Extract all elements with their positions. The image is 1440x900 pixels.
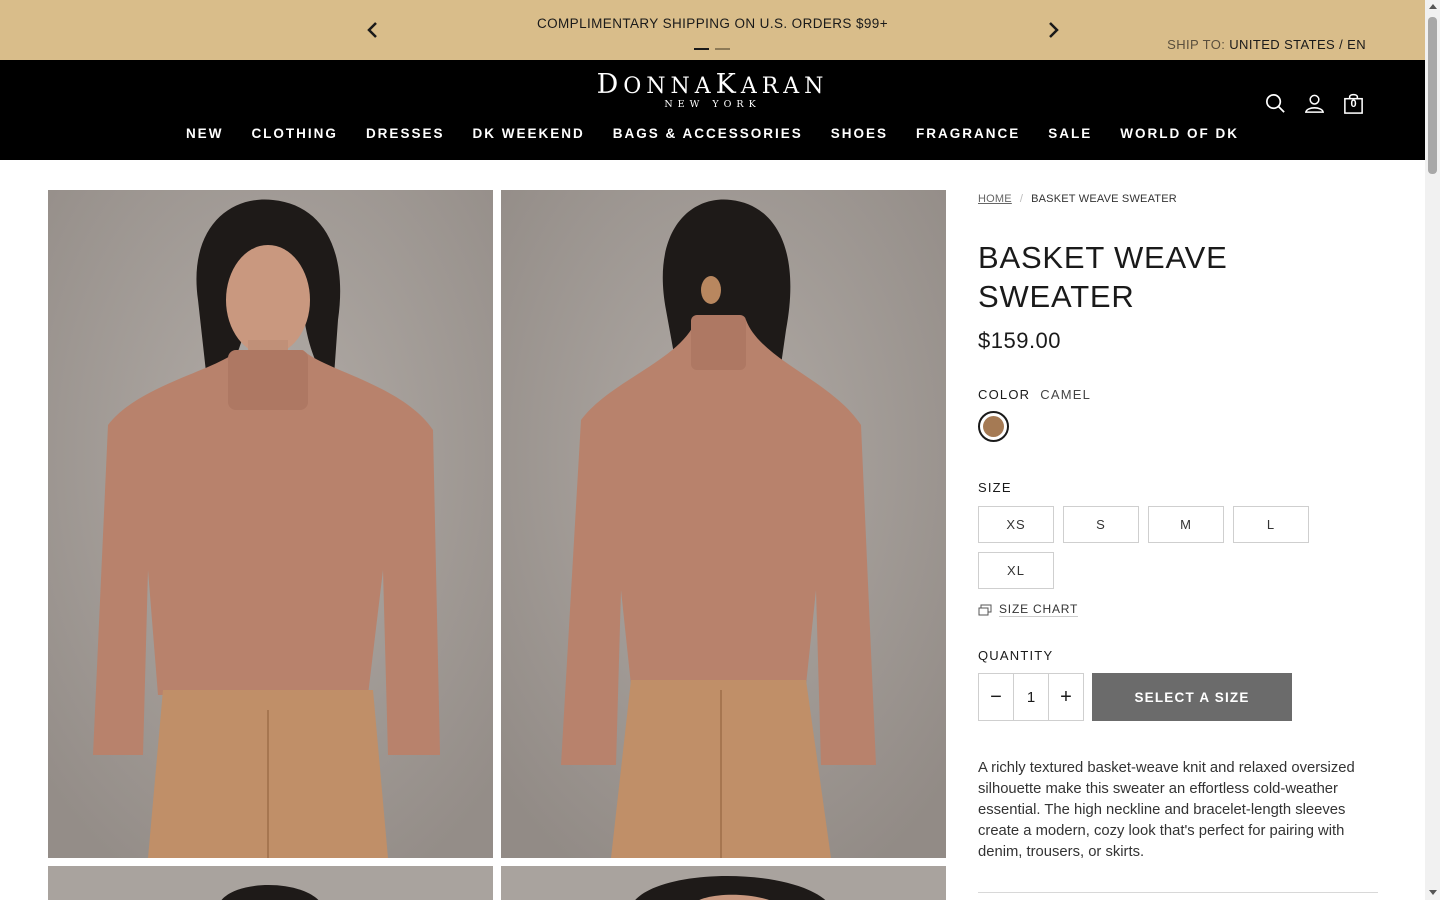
- page-scrollbar[interactable]: [1425, 0, 1440, 900]
- breadcrumb: HOME / BASKET WEAVE SWEATER: [978, 190, 1378, 208]
- nav-dk-weekend[interactable]: DK WEEKEND: [472, 126, 584, 141]
- nav-world-of-dk[interactable]: WORLD OF DK: [1120, 126, 1239, 141]
- nav-shoes[interactable]: SHOES: [831, 126, 888, 141]
- plus-icon[interactable]: +: [1049, 674, 1083, 720]
- brand-logo[interactable]: DONNAKARAN NEW YORK: [560, 71, 865, 110]
- quantity-label: QUANTITY: [978, 648, 1054, 663]
- site-header: DONNAKARAN NEW YORK 0 NEW CLOTHING DRESS…: [0, 60, 1425, 160]
- chevron-right-icon[interactable]: [1043, 20, 1063, 40]
- account-icon[interactable]: [1303, 92, 1326, 115]
- nav-dresses[interactable]: DRESSES: [366, 126, 445, 141]
- breadcrumb-home[interactable]: HOME: [978, 193, 1012, 205]
- breadcrumb-current: BASKET WEAVE SWEATER: [1031, 193, 1177, 205]
- carousel-dot[interactable]: [715, 48, 730, 50]
- nav-bags-accessories[interactable]: BAGS & ACCESSORIES: [613, 126, 803, 141]
- size-options: XS S M L XL: [978, 506, 1318, 589]
- product-image-detail-1[interactable]: [48, 866, 493, 900]
- ship-to-selector[interactable]: SHIP TO: UNITED STATES / EN: [1167, 37, 1366, 52]
- minus-icon[interactable]: −: [979, 674, 1013, 720]
- nav-fragrance[interactable]: FRAGRANCE: [916, 126, 1020, 141]
- color-value: CAMEL: [1040, 387, 1092, 402]
- bag-count: 0: [1350, 98, 1357, 110]
- promo-bar: COMPLIMENTARY SHIPPING ON U.S. ORDERS $9…: [0, 0, 1425, 60]
- search-icon[interactable]: [1264, 92, 1287, 115]
- size-button-l[interactable]: L: [1233, 506, 1309, 543]
- carousel-dots: [694, 48, 730, 50]
- scroll-thumb[interactable]: [1428, 17, 1437, 174]
- chevron-left-icon[interactable]: [363, 20, 383, 40]
- nav-sale[interactable]: SALE: [1048, 126, 1092, 141]
- product-title: BASKET WEAVE SWEATER: [978, 240, 1228, 314]
- product-image-detail-2[interactable]: [501, 866, 946, 900]
- promo-message: COMPLIMENTARY SHIPPING ON U.S. ORDERS $9…: [536, 16, 888, 31]
- product-image-front[interactable]: [48, 190, 493, 858]
- quantity-stepper: − 1 +: [978, 673, 1084, 721]
- quantity-input[interactable]: 1: [1013, 674, 1049, 720]
- product-image-back[interactable]: [501, 190, 946, 858]
- main-nav: NEW CLOTHING DRESSES DK WEEKEND BAGS & A…: [0, 126, 1425, 141]
- product-description: A richly textured basket-weave knit and …: [978, 760, 1355, 860]
- carousel-dot[interactable]: [694, 48, 709, 50]
- size-button-xl[interactable]: XL: [978, 552, 1054, 589]
- select-size-button[interactable]: SELECT A SIZE: [1092, 673, 1292, 721]
- size-chart-link[interactable]: SIZE CHART: [978, 602, 1378, 617]
- size-button-s[interactable]: S: [1063, 506, 1139, 543]
- product-info: HOME / BASKET WEAVE SWEATER BASKET WEAVE…: [978, 190, 1378, 893]
- scroll-up-arrow-icon[interactable]: [1429, 4, 1437, 9]
- color-label: COLOR: [978, 387, 1031, 402]
- breadcrumb-separator: /: [1019, 193, 1024, 205]
- divider: [978, 892, 1378, 893]
- nav-new[interactable]: NEW: [186, 126, 224, 141]
- nav-clothing[interactable]: CLOTHING: [251, 126, 338, 141]
- product-price: $159.00: [978, 328, 1062, 353]
- scroll-down-arrow-icon[interactable]: [1429, 890, 1437, 895]
- size-label: SIZE: [978, 480, 1012, 495]
- ship-to-label: SHIP TO:: [1167, 37, 1226, 52]
- shopping-bag-icon[interactable]: 0: [1342, 92, 1365, 115]
- ship-to-value: UNITED STATES / EN: [1229, 37, 1366, 52]
- color-swatch-camel[interactable]: [978, 411, 1009, 442]
- size-chart-icon: [978, 604, 992, 615]
- size-button-xs[interactable]: XS: [978, 506, 1054, 543]
- size-button-m[interactable]: M: [1148, 506, 1224, 543]
